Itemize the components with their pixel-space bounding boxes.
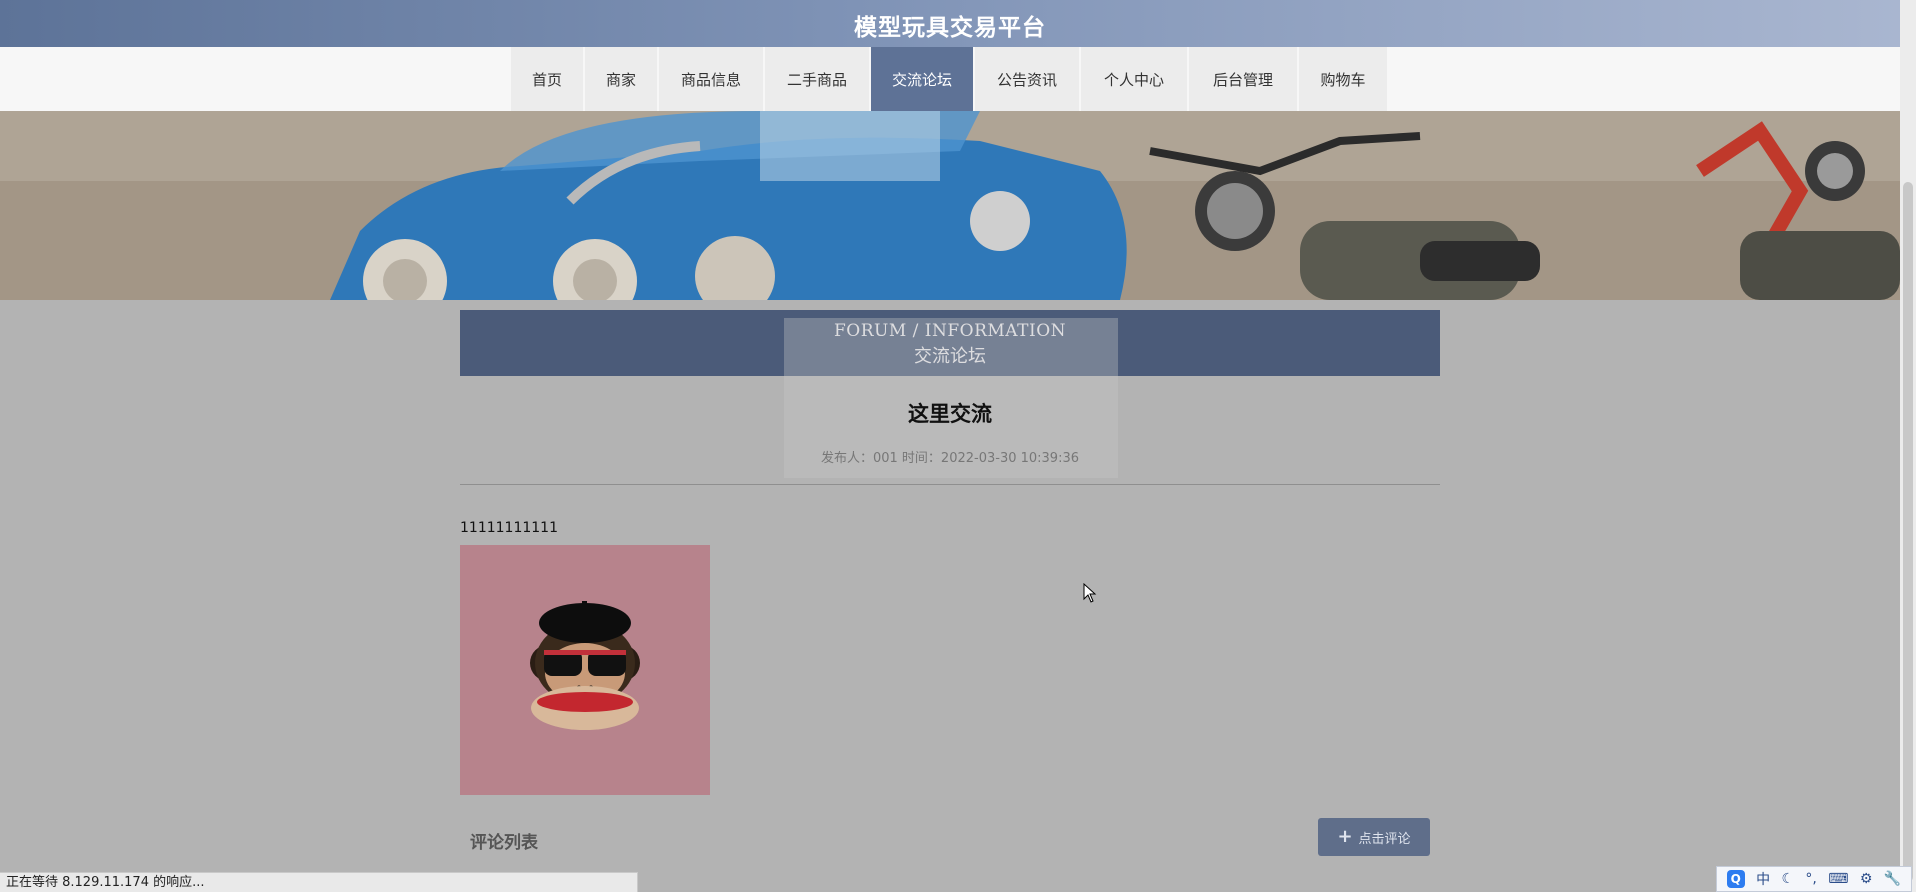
page-scrollbar[interactable]: [1900, 0, 1916, 892]
punctuation-icon[interactable]: °,: [1805, 871, 1816, 887]
nav-item-7[interactable]: 后台管理: [1189, 47, 1299, 111]
add-comment-button-label: 点击评论: [1358, 831, 1411, 847]
nav-item-2[interactable]: 商品信息: [659, 47, 765, 111]
wrench-icon[interactable]: 🔧: [1884, 871, 1901, 887]
mouse-cursor-icon: [1083, 582, 1097, 607]
nav-item-4[interactable]: 交流论坛: [871, 47, 975, 111]
main-nav: 首页 商家 商品信息 二手商品 交流论坛 公告资讯 个人中心 后台管理 购物车: [0, 47, 1900, 111]
post-meta: 发布人：001 时间：2022-03-30 10:39:36: [820, 451, 1079, 466]
add-comment-button[interactable]: + 点击评论: [1318, 818, 1430, 856]
post-body: 11111111111: [460, 520, 558, 536]
nav-item-6[interactable]: 个人中心: [1081, 47, 1189, 111]
scrollbar-thumb[interactable]: [1903, 182, 1913, 882]
nav-item-5[interactable]: 公告资讯: [975, 47, 1081, 111]
browser-status-bar: 正在等待 8.129.11.174 的响应...: [0, 872, 638, 892]
site-header: 模型玩具交易平台: [0, 0, 1900, 47]
nav-item-8[interactable]: 购物车: [1299, 47, 1389, 111]
moon-icon[interactable]: ☾: [1781, 871, 1794, 887]
banner-toy-vehicles-illustration: [0, 111, 1900, 300]
ime-mode-chinese[interactable]: 中: [1756, 869, 1770, 889]
keyboard-icon[interactable]: ⌨: [1828, 871, 1848, 887]
nav-item-1[interactable]: 商家: [585, 47, 659, 111]
nav-item-3[interactable]: 二手商品: [765, 47, 871, 111]
plus-icon: +: [1337, 826, 1353, 847]
tools-icon[interactable]: ⚙: [1860, 871, 1873, 887]
divider: [460, 484, 1440, 485]
monkey-avatar-illustration: [460, 545, 710, 795]
nav-item-0[interactable]: 首页: [511, 47, 585, 111]
post-title: 这里交流: [908, 402, 992, 426]
ime-toolbar: Q 中 ☾ °, ⌨ ⚙ 🔧: [1716, 866, 1912, 892]
banner-image: [0, 111, 1900, 300]
site-title: 模型玩具交易平台: [854, 15, 1046, 41]
post-image: [460, 545, 710, 795]
ime-logo-icon[interactable]: Q: [1726, 870, 1745, 888]
comments-title: 评论列表: [470, 833, 538, 853]
